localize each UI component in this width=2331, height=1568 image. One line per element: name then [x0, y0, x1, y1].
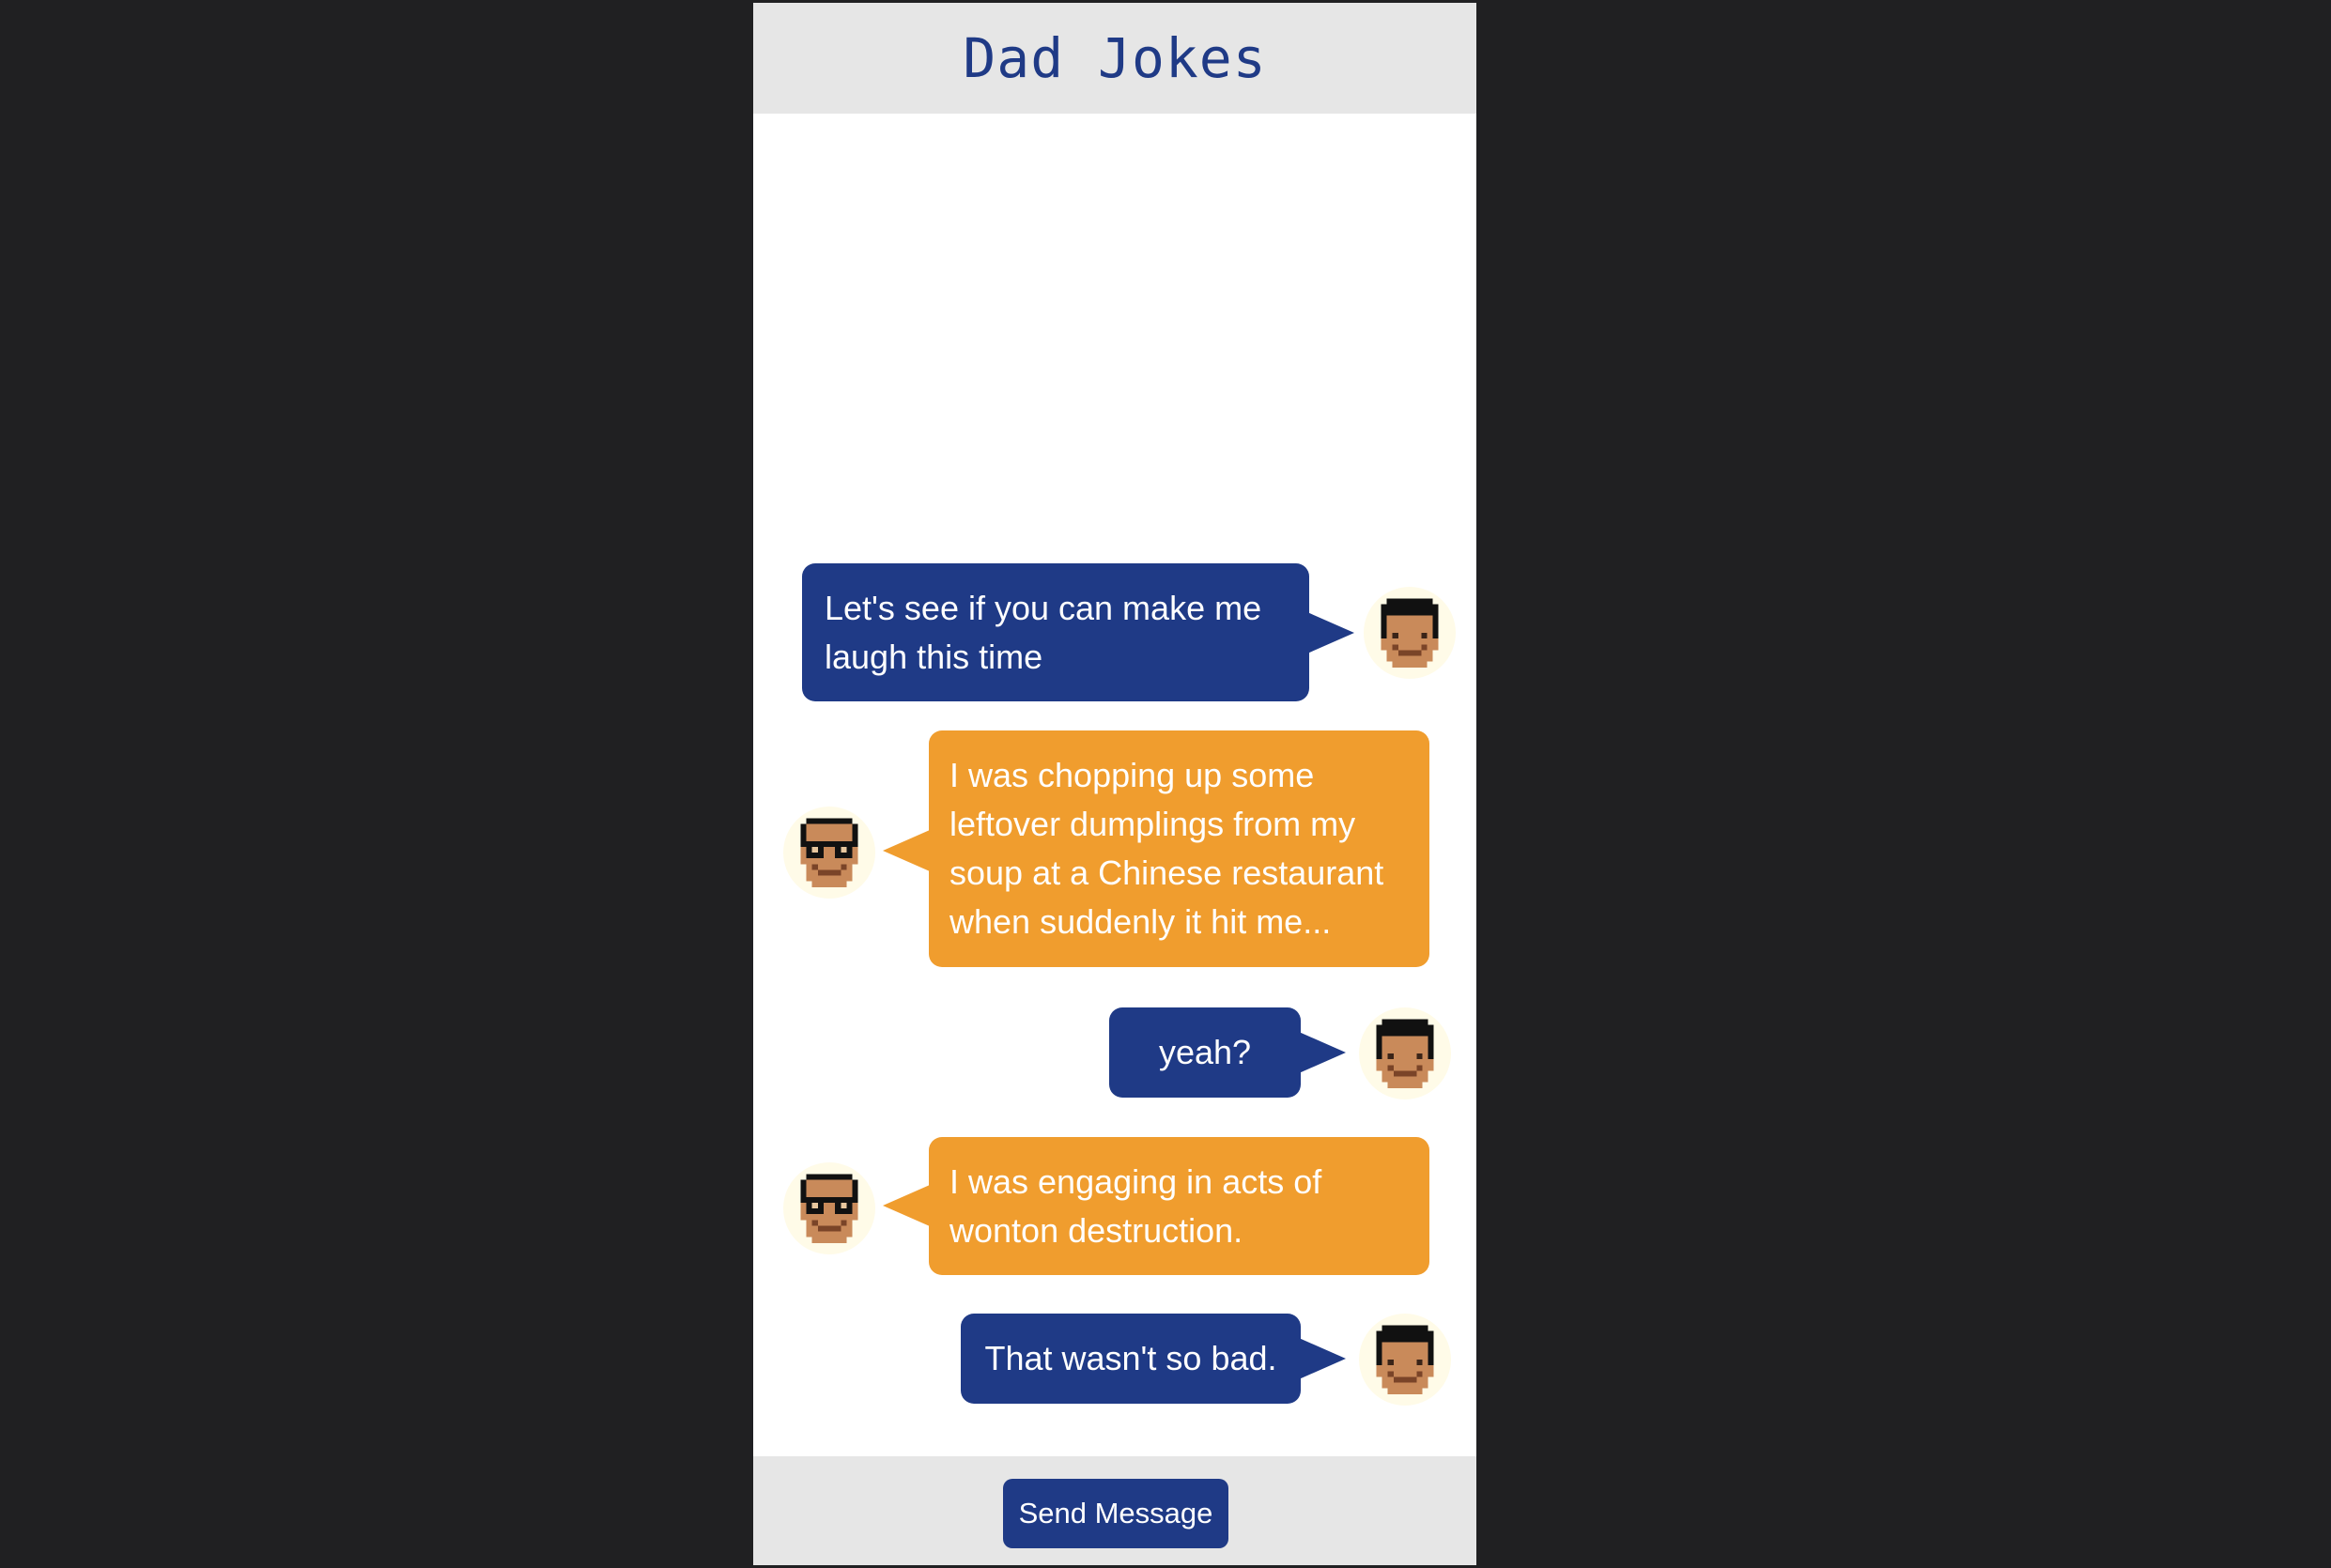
kid-avatar-icon — [1359, 1314, 1451, 1406]
message-bubble: I was chopping up some leftover dumpling… — [929, 730, 1429, 967]
bubble-tail — [1299, 1338, 1346, 1379]
kid-avatar-icon — [1359, 1007, 1451, 1099]
composer-footer: Send Message — [753, 1456, 1476, 1565]
app-title: Dad Jokes — [963, 26, 1267, 90]
message-bubble: yeah? — [1109, 1007, 1301, 1098]
chat-app-window: Dad Jokes Let's see if you can make me l… — [753, 3, 1476, 1565]
kid-avatar-icon — [1364, 587, 1456, 679]
bubble-tail — [1299, 1032, 1346, 1073]
send-message-button[interactable]: Send Message — [1003, 1479, 1228, 1548]
chat-message-kid: That wasn't so bad. — [753, 114, 1476, 1406]
app-header: Dad Jokes — [753, 3, 1476, 114]
message-bubble: That wasn't so bad. — [961, 1314, 1301, 1404]
bubble-tail — [883, 1185, 930, 1226]
message-bubble: I was engaging in acts of wonton destruc… — [929, 1137, 1429, 1275]
bubble-tail — [1307, 612, 1354, 653]
chat-message-list[interactable]: Let's see if you can make me laugh this … — [753, 114, 1476, 1456]
dad-avatar-icon — [783, 807, 875, 899]
dad-avatar-icon — [783, 1162, 875, 1254]
bubble-tail — [883, 830, 930, 871]
message-bubble: Let's see if you can make me laugh this … — [802, 563, 1309, 701]
